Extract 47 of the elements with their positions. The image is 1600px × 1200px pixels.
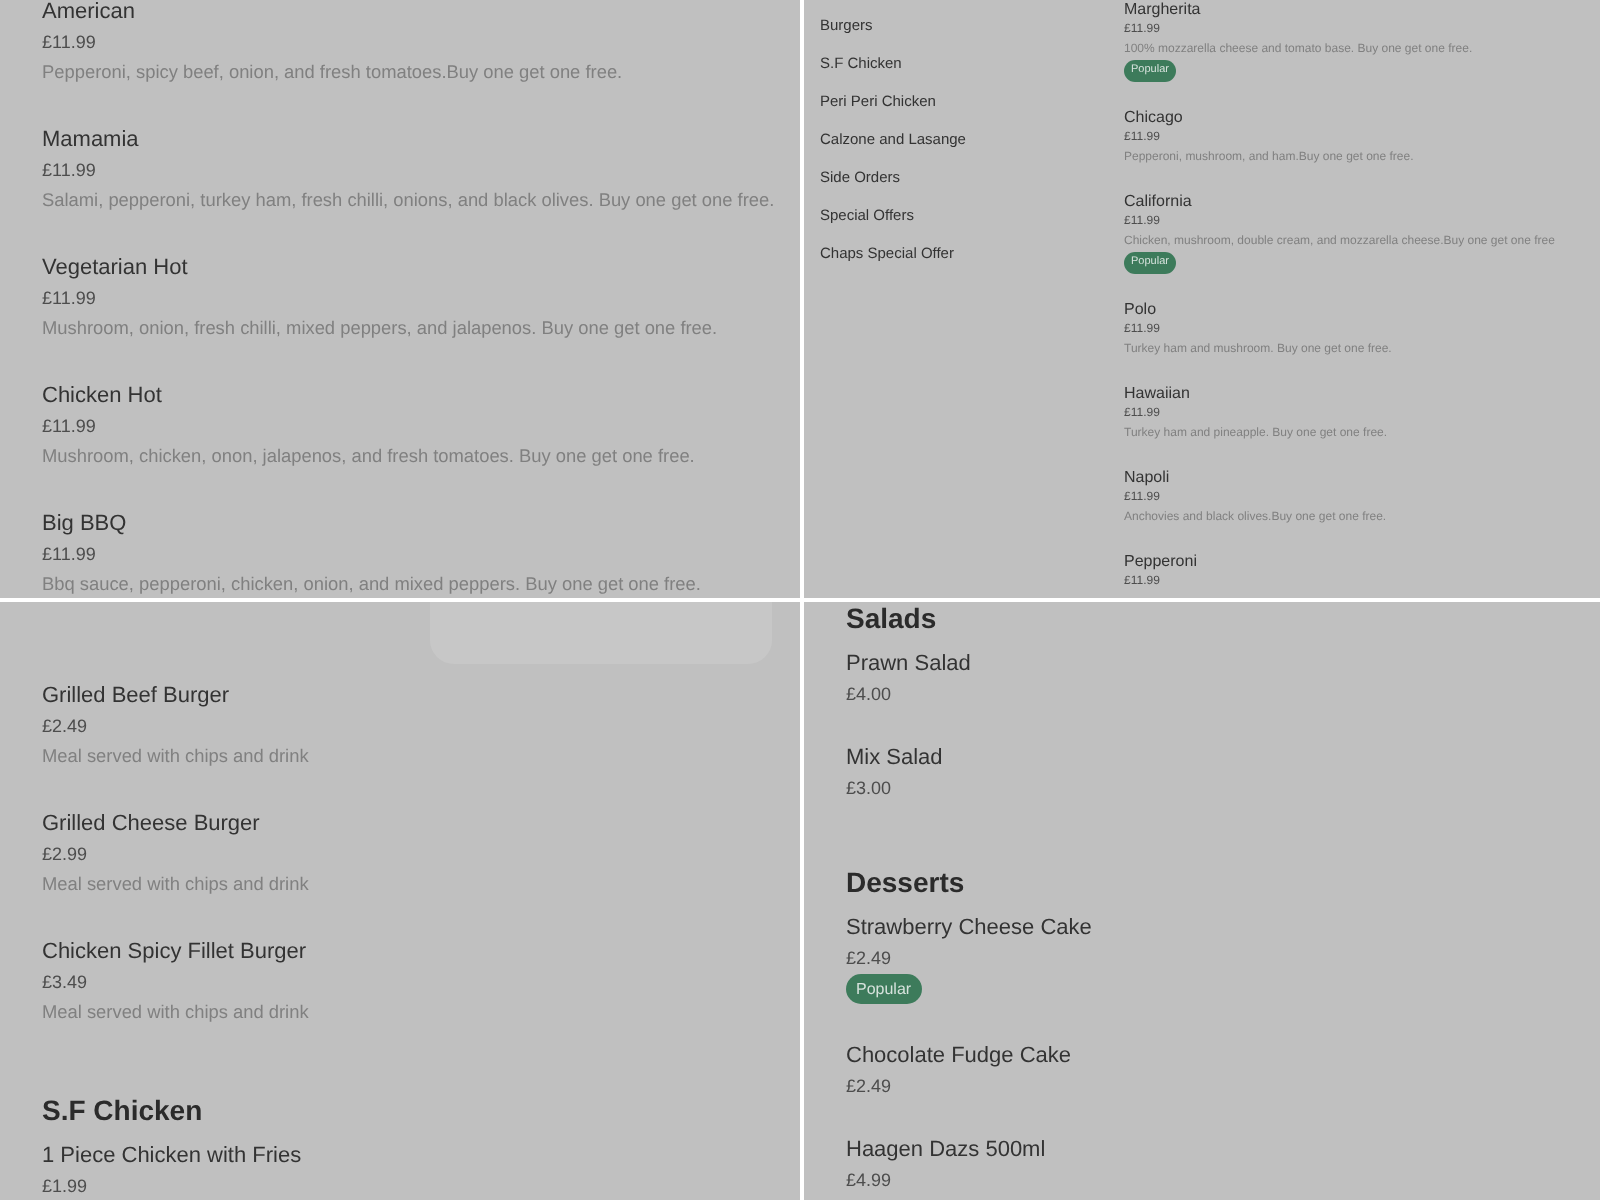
item-price: £3.00 <box>846 778 892 800</box>
item-price: £11.99 <box>42 32 96 54</box>
item-price: £2.49 <box>846 948 892 970</box>
item-name: Chocolate Fudge Cake <box>846 1044 1072 1070</box>
item-description: Bbq sauce, pepperoni, chicken, onion, and mixed peppers. Buy one get one free. <box>42 572 701 596</box>
item-description: Mushroom, onion, fresh chilli, mixed peppers, and jalapenos. Buy one get one free. <box>42 316 718 340</box>
item-name: Chicago <box>1124 108 1183 126</box>
item-price: £4.00 <box>846 684 892 706</box>
item-name: Napoli <box>1124 468 1170 486</box>
item-description: Meal served with chips and drink <box>42 1000 309 1024</box>
item-name: Pepperoni <box>1124 552 1197 570</box>
item-name: Mix Salad <box>846 746 943 772</box>
section-heading: Salads <box>846 602 937 634</box>
item-name: Margherita <box>1124 0 1201 18</box>
item-name: Strawberry Cheese Cake <box>846 916 1092 942</box>
item-price: £11.99 <box>42 544 96 566</box>
item-name: American <box>42 0 135 26</box>
item-price: £1.99 <box>42 1176 88 1198</box>
item-name: Prawn Salad <box>846 652 971 678</box>
item-description: Meal served with chips and drink <box>42 872 309 896</box>
item-name: California <box>1124 192 1192 210</box>
item-price: £2.49 <box>846 1076 892 1098</box>
section-heading: S.F Chicken <box>42 1094 203 1126</box>
item-price: £3.49 <box>42 972 88 994</box>
item-name: Polo <box>1124 300 1157 318</box>
item-name: Hawaiian <box>1124 384 1190 402</box>
item-name: Haagen Dazs 500ml <box>846 1138 1046 1164</box>
item-price: £2.49 <box>42 716 88 738</box>
item-price: £11.99 <box>42 288 96 310</box>
item-name: Vegetarian Hot <box>42 256 188 282</box>
item-description: Mushroom, chicken, onon, jalapenos, and fresh tomatoes. Buy one get one free. <box>42 444 695 468</box>
item-name: Grilled Cheese Burger <box>42 812 260 838</box>
item-name: Chicken Spicy Fillet Burger <box>42 940 307 966</box>
popular-badge: Popular <box>846 974 922 1004</box>
item-name: Mamamia <box>42 128 139 154</box>
item-name: Grilled Beef Burger <box>42 684 230 710</box>
item-price: £2.99 <box>42 844 88 866</box>
item-name: 1 Piece Chicken with Fries <box>42 1144 302 1170</box>
item-price: £4.99 <box>846 1170 892 1192</box>
item-name: Big BBQ <box>42 512 127 538</box>
section-heading: Desserts <box>846 866 965 898</box>
item-description: Meal served with chips and drink <box>42 744 309 768</box>
item-price: £11.99 <box>42 160 96 182</box>
item-description: Salami, pepperoni, turkey ham, fresh chilli, onions, and black olives. Buy one get one free. <box>42 188 775 212</box>
item-name: Chicken Hot <box>42 384 162 410</box>
item-description: Pepperoni, spicy beef, onion, and fresh tomatoes.Buy one get one free. <box>42 60 623 84</box>
item-price: £11.99 <box>42 416 96 438</box>
